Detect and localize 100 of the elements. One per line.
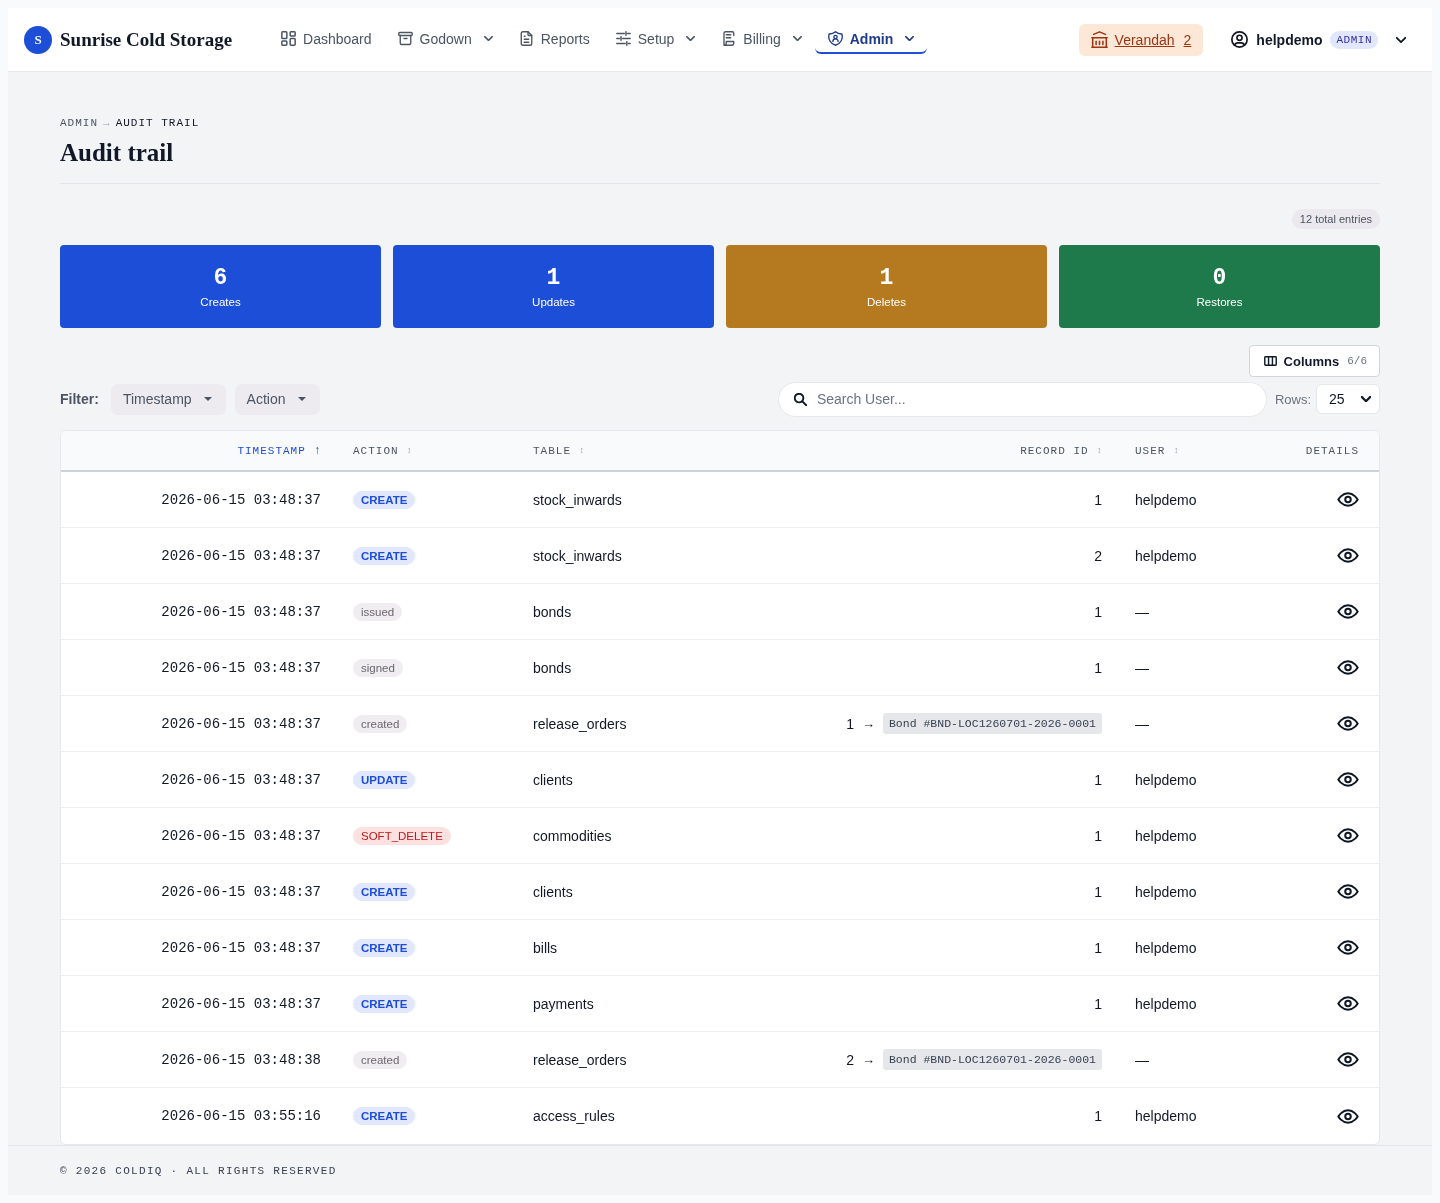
eye-icon[interactable]	[1337, 828, 1359, 843]
eye-icon[interactable]	[1337, 716, 1359, 731]
action-badge: CREATE	[353, 994, 416, 1013]
eye-icon[interactable]	[1337, 940, 1359, 955]
table-cell: helpdemo	[1135, 939, 1197, 956]
breadcrumb-current: AUDIT TRAIL	[115, 116, 200, 130]
table-cell: 2026-06-15 03:48:37	[161, 659, 321, 676]
nav-item[interactable]: Dashboard	[268, 25, 385, 54]
dashboard-icon	[281, 31, 297, 46]
filter-dropdown[interactable]: Action	[234, 383, 320, 415]
chevron-down-icon[interactable]	[1396, 36, 1406, 43]
action-badge: created	[353, 714, 408, 733]
table-cell: helpdemo	[1135, 883, 1197, 900]
record-id: 2	[846, 1051, 854, 1068]
user-circle-icon[interactable]	[1231, 31, 1249, 48]
nav-item[interactable]: Godown	[384, 25, 506, 54]
eye-icon[interactable]	[1337, 660, 1359, 675]
columns-button[interactable]: Columns 6/6	[1248, 345, 1380, 377]
filter-dropdown[interactable]: Timestamp	[110, 383, 226, 415]
action-badge: signed	[353, 658, 403, 677]
record-id: 1	[1094, 1108, 1102, 1124]
action-badge: CREATE	[353, 1107, 416, 1125]
document-icon	[518, 31, 534, 46]
role-badge: ADMIN	[1330, 30, 1378, 49]
record-id: 1	[1094, 659, 1102, 676]
brand-name[interactable]: Sunrise Cold Storage	[60, 28, 233, 51]
column-header[interactable]: DETAILS	[1305, 444, 1359, 457]
column-header[interactable]: TABLE ↕	[533, 444, 585, 457]
table-cell: —	[1135, 659, 1149, 676]
table-cell: access_rules	[533, 1108, 615, 1124]
eye-icon[interactable]	[1337, 1108, 1359, 1124]
record-id: 1	[1094, 491, 1102, 508]
sliders-icon	[615, 31, 631, 46]
caret-down-icon	[203, 397, 212, 401]
eye-icon[interactable]	[1337, 548, 1359, 563]
table-cell: bonds	[533, 603, 572, 620]
record-id: 1	[1094, 827, 1102, 844]
table-cell: 2026-06-15 03:55:16	[161, 1108, 321, 1124]
stat-label: Deletes	[867, 296, 906, 308]
table-cell: 2026-06-15 03:48:37	[161, 771, 321, 788]
search-field[interactable]: Search User...	[777, 381, 1267, 417]
action-badge: SOFT_DELETE	[353, 826, 451, 845]
table-cell: 2026-06-15 03:48:38	[161, 1051, 321, 1068]
column-header[interactable]: USER ↕	[1135, 444, 1179, 457]
shield-user-icon	[827, 31, 843, 46]
nav-item[interactable]: Admin	[814, 25, 928, 54]
breadcrumb-link[interactable]: ADMIN	[60, 116, 98, 130]
table-cell: clients	[533, 771, 573, 788]
table-cell: 2026-06-15 03:48:37	[161, 491, 321, 508]
table-cell: helpdemo	[1135, 491, 1197, 508]
table-cell: helpdemo	[1135, 1108, 1197, 1124]
table-cell: 2026-06-15 03:48:37	[161, 939, 321, 956]
eye-icon[interactable]	[1337, 604, 1359, 619]
eye-icon[interactable]	[1337, 996, 1359, 1011]
column-header[interactable]: RECORD ID ↕	[1020, 444, 1102, 457]
stat-value: 1	[546, 264, 561, 292]
table-cell: commodities	[533, 827, 612, 844]
chevron-down-icon	[1361, 396, 1371, 402]
table-cell: —	[1135, 715, 1149, 732]
table-cell: 2026-06-15 03:48:37	[161, 547, 321, 564]
column-header[interactable]: TIMESTAMP ↑	[237, 443, 321, 458]
nav-item[interactable]: Billing	[708, 25, 815, 54]
receipt-icon	[721, 31, 737, 46]
table-cell: —	[1135, 603, 1149, 620]
archive-box-icon	[397, 31, 413, 46]
nav-item[interactable]: Reports	[505, 25, 603, 54]
table-cell: clients	[533, 883, 573, 900]
rows-select[interactable]: 25	[1316, 384, 1380, 414]
record-id: 1	[1094, 939, 1102, 956]
location-link[interactable]: Verandah 2	[1078, 23, 1204, 56]
eye-icon[interactable]	[1337, 884, 1359, 899]
table-cell: bills	[533, 939, 558, 956]
logo-mark[interactable]: S	[24, 25, 52, 54]
table-cell: helpdemo	[1135, 995, 1197, 1012]
stat-label: Restores	[1196, 296, 1243, 308]
page-title: Audit trail	[60, 139, 174, 166]
table-cell: bonds	[533, 659, 572, 676]
nav-item[interactable]: Setup	[602, 25, 709, 54]
eye-icon[interactable]	[1337, 1052, 1359, 1067]
eye-icon[interactable]	[1337, 772, 1359, 787]
stat-label: Updates	[532, 296, 575, 308]
record-id: 1	[1094, 883, 1102, 900]
total-entries-badge: 12 total entries	[1291, 209, 1380, 229]
table-cell: payments	[533, 995, 594, 1012]
record-id: 1	[846, 715, 854, 732]
columns-icon	[1263, 356, 1277, 366]
sort-icon: ↕	[406, 445, 412, 456]
reference-arrow: →	[861, 716, 875, 731]
record-reference-tag[interactable]: Bond #BND-LOC1260701-2026-0001	[882, 713, 1102, 734]
record-reference-tag[interactable]: Bond #BND-LOC1260701-2026-0001	[882, 1049, 1102, 1070]
column-header[interactable]: ACTION ↕	[353, 444, 412, 457]
record-id: 1	[1094, 995, 1102, 1012]
eye-icon[interactable]	[1337, 492, 1359, 507]
building-icon	[1090, 31, 1108, 48]
user-name[interactable]: helpdemo	[1256, 31, 1323, 48]
table-cell: release_orders	[533, 1051, 627, 1068]
table-cell: 2026-06-15 03:48:37	[161, 603, 321, 620]
action-badge: CREATE	[353, 938, 416, 957]
action-badge: UPDATE	[353, 770, 416, 789]
record-id: 1	[1094, 771, 1102, 788]
